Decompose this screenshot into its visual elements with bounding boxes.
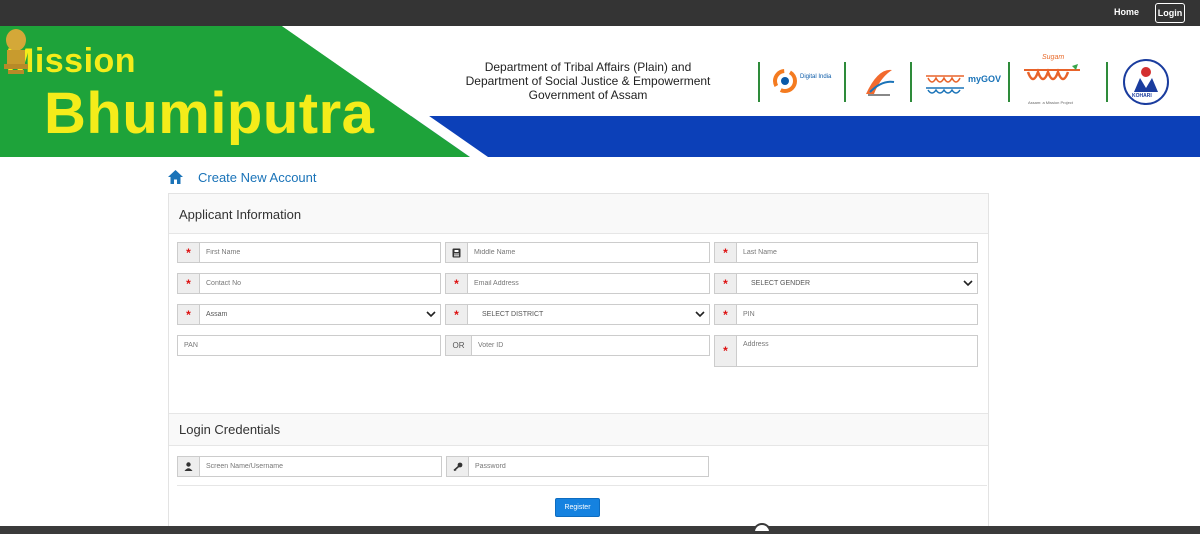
contact-no-field: * xyxy=(177,273,441,294)
password-field xyxy=(446,456,709,477)
applicant-info-header: Applicant Information xyxy=(169,194,988,234)
breadcrumb: Create New Account xyxy=(167,168,317,186)
digital-india-icon xyxy=(773,69,797,93)
login-credentials-heading: Login Credentials xyxy=(179,422,281,437)
district-select-field: * SELECT DISTRICT xyxy=(445,304,710,325)
pin-input[interactable] xyxy=(737,305,977,324)
asterisk-icon: * xyxy=(178,243,200,262)
email-field: * xyxy=(445,273,710,294)
voter-id-input[interactable] xyxy=(472,336,709,355)
home-icon[interactable] xyxy=(167,169,184,185)
sugam-script-icon xyxy=(1024,64,1080,81)
pan-input[interactable] xyxy=(178,336,440,355)
kohari-logo: KOHARI xyxy=(1122,58,1170,106)
nav-login-button[interactable]: Login xyxy=(1155,3,1185,23)
sugam-logo: Sugam Assam: a Mission Project xyxy=(1020,54,1098,110)
banner-bhumiputra-text: Bhumiputra xyxy=(44,81,375,146)
username-field xyxy=(177,456,442,477)
page-title: Create New Account xyxy=(198,169,317,185)
gender-select[interactable]: SELECT GENDER xyxy=(737,274,977,293)
logo-divider xyxy=(1008,62,1010,102)
contact-no-input[interactable] xyxy=(200,274,440,293)
mygov-script-icon xyxy=(926,75,964,94)
last-name-input[interactable] xyxy=(737,243,977,262)
state-select-field: * Assam xyxy=(177,304,441,325)
id-card-icon xyxy=(446,243,468,262)
tribal-emblem-icon xyxy=(866,69,895,96)
first-name-input[interactable] xyxy=(200,243,440,262)
logo-divider xyxy=(1106,62,1108,102)
chevron-down-icon xyxy=(695,311,705,318)
gender-select-field: * SELECT GENDER xyxy=(714,273,978,294)
user-icon xyxy=(178,457,200,476)
login-credentials-header: Login Credentials xyxy=(169,413,988,446)
username-input[interactable] xyxy=(200,457,441,476)
state-select[interactable]: Assam xyxy=(200,305,440,324)
asterisk-icon: * xyxy=(446,274,468,293)
middle-name-field xyxy=(445,242,710,263)
footer-bar xyxy=(0,523,1200,534)
top-navbar: Home Login xyxy=(0,0,1200,26)
asterisk-icon: * xyxy=(715,305,737,324)
register-button[interactable]: Register xyxy=(555,498,600,517)
pin-field: * xyxy=(714,304,978,325)
nav-home-link[interactable]: Home xyxy=(1114,7,1139,17)
asterisk-icon: * xyxy=(715,243,737,262)
asterisk-icon: * xyxy=(715,274,737,293)
or-label: OR xyxy=(446,336,472,355)
header-banner: Mission Bhumiputra Department of Tribal … xyxy=(0,26,1200,157)
chevron-down-icon xyxy=(963,280,973,287)
dept-line-2: Department of Social Justice & Empowerme… xyxy=(465,74,711,88)
asterisk-icon: * xyxy=(178,305,200,324)
divider xyxy=(177,485,987,486)
applicant-info-heading: Applicant Information xyxy=(179,207,302,222)
department-title: Department of Tribal Affairs (Plain) and… xyxy=(440,60,736,102)
password-input[interactable] xyxy=(469,457,708,476)
last-name-field: * xyxy=(714,242,978,263)
dept-line-1: Department of Tribal Affairs (Plain) and xyxy=(484,60,692,74)
pan-field xyxy=(177,335,441,356)
address-field: * xyxy=(714,335,978,367)
district-select[interactable]: SELECT DISTRICT xyxy=(468,305,709,324)
asterisk-icon: * xyxy=(715,336,737,366)
dept-line-3: Government of Assam xyxy=(528,88,648,102)
middle-name-input[interactable] xyxy=(468,243,709,262)
chevron-down-icon xyxy=(426,311,436,318)
asterisk-icon: * xyxy=(178,274,200,293)
logo-divider xyxy=(844,62,846,102)
address-textarea[interactable] xyxy=(737,336,977,366)
state-emblem-icon xyxy=(4,29,28,74)
key-icon xyxy=(447,457,469,476)
first-name-field: * xyxy=(177,242,441,263)
logo-divider xyxy=(758,62,760,102)
email-input[interactable] xyxy=(468,274,709,293)
logo-divider xyxy=(910,62,912,102)
asterisk-icon: * xyxy=(446,305,468,324)
voter-id-field: OR xyxy=(445,335,710,356)
